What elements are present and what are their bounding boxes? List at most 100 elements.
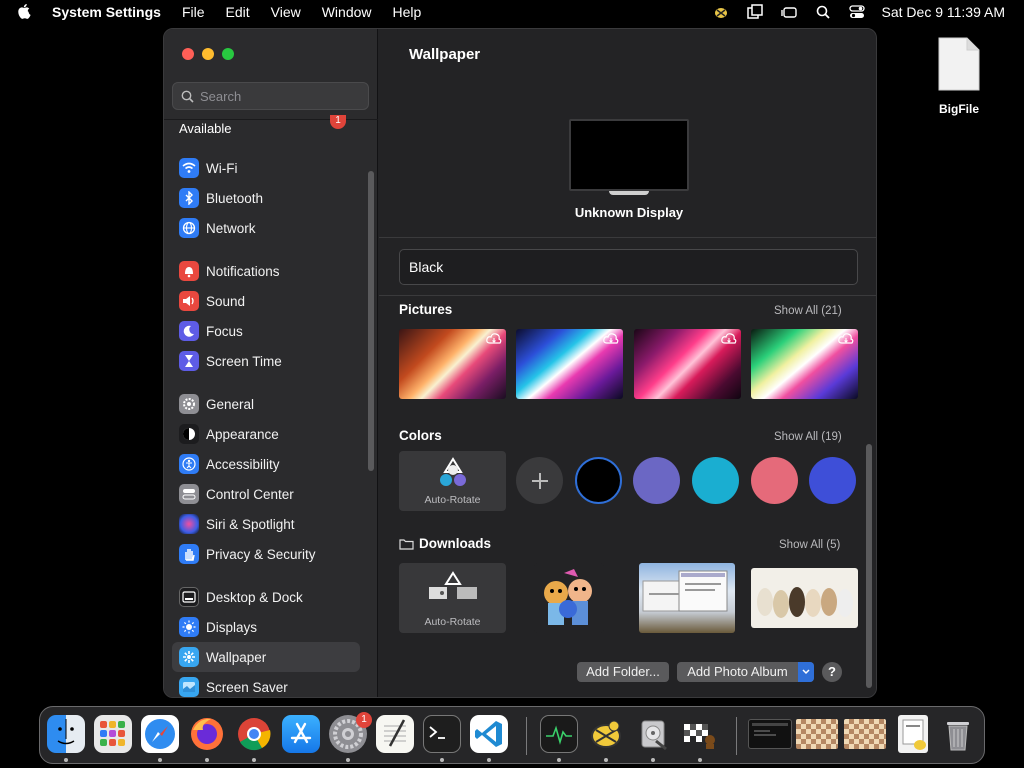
vscode-icon[interactable] bbox=[470, 715, 508, 753]
chess-icon[interactable] bbox=[681, 715, 719, 753]
wallpaper-thumbnail[interactable] bbox=[516, 329, 623, 399]
help-button[interactable]: ? bbox=[822, 662, 842, 682]
main-scrollbar[interactable] bbox=[866, 444, 872, 688]
control-center-icon[interactable] bbox=[848, 4, 866, 20]
menu-window[interactable]: Window bbox=[322, 4, 372, 20]
auto-rotate-icon bbox=[439, 457, 466, 486]
menu-app-name[interactable]: System Settings bbox=[52, 4, 161, 20]
sidebar-item-label: Privacy & Security bbox=[206, 546, 316, 562]
running-indicator bbox=[205, 758, 209, 762]
downloads-title-text: Downloads bbox=[419, 536, 492, 551]
desktop-file-label: BigFile bbox=[938, 102, 979, 116]
pictures-show-all-button[interactable]: Show All (21) bbox=[774, 305, 842, 317]
sidebar-item-focus[interactable]: Focus bbox=[172, 316, 360, 346]
running-indicator bbox=[440, 758, 444, 762]
sidebar-item-screen-saver[interactable]: Screen Saver bbox=[172, 672, 360, 697]
control-center-icon bbox=[179, 484, 199, 504]
color-swatch-pink[interactable] bbox=[751, 457, 798, 504]
minimized-chess-window[interactable] bbox=[796, 719, 838, 749]
activity-monitor-icon[interactable] bbox=[540, 715, 578, 753]
color-swatch-blue[interactable] bbox=[809, 457, 856, 504]
running-indicator bbox=[557, 758, 561, 762]
finder-icon[interactable] bbox=[47, 715, 85, 753]
trash-icon[interactable] bbox=[939, 715, 977, 753]
color-swatch-purple[interactable] bbox=[633, 457, 680, 504]
chevron-down-icon[interactable] bbox=[798, 662, 814, 682]
color-swatch-black[interactable] bbox=[575, 457, 622, 504]
disk-utility-icon[interactable] bbox=[634, 715, 672, 753]
menu-edit[interactable]: Edit bbox=[226, 4, 250, 20]
sidebar-item-wallpaper[interactable]: Wallpaper bbox=[172, 642, 360, 672]
add-color-button[interactable] bbox=[516, 457, 563, 504]
launchpad-icon[interactable] bbox=[94, 715, 132, 753]
sidebar-item-bluetooth[interactable]: Bluetooth bbox=[172, 183, 360, 213]
color-swatch-teal[interactable] bbox=[692, 457, 739, 504]
wallpaper-thumbnail[interactable] bbox=[751, 329, 858, 399]
running-indicator bbox=[651, 758, 655, 762]
downloads-stack-icon[interactable] bbox=[898, 715, 928, 753]
sidebar-item-control-center[interactable]: Control Center bbox=[172, 479, 360, 509]
terminal-icon[interactable] bbox=[423, 715, 461, 753]
close-button[interactable] bbox=[182, 48, 194, 60]
page-title: Wallpaper bbox=[409, 46, 481, 63]
menu-help[interactable]: Help bbox=[393, 4, 422, 20]
moon-icon bbox=[179, 321, 199, 341]
firefox-icon[interactable] bbox=[188, 715, 226, 753]
zoom-button[interactable] bbox=[222, 48, 234, 60]
folder-icon bbox=[399, 538, 414, 550]
textedit-icon[interactable] bbox=[376, 715, 414, 753]
add-folder-button[interactable]: Add Folder... bbox=[577, 662, 669, 682]
minimize-button[interactable] bbox=[202, 48, 214, 60]
sidebar-item-label: General bbox=[206, 396, 255, 412]
cyberduck-status-icon[interactable] bbox=[712, 4, 730, 20]
sidebar-item-accessibility[interactable]: Accessibility bbox=[172, 449, 360, 479]
running-indicator bbox=[487, 758, 491, 762]
downloads-show-all-button[interactable]: Show All (5) bbox=[779, 539, 840, 551]
sidebar-item-privacy-security[interactable]: Privacy & Security bbox=[172, 539, 360, 569]
app-store-icon[interactable] bbox=[282, 715, 320, 753]
sidebar-item-siri-spotlight[interactable]: Siri & Spotlight bbox=[172, 509, 360, 539]
colors-show-all-button[interactable]: Show All (19) bbox=[774, 431, 842, 443]
sidebar-item-general[interactable]: General bbox=[172, 389, 360, 419]
wallpaper-thumbnail[interactable] bbox=[399, 329, 506, 399]
sidebar-item-appearance[interactable]: Appearance bbox=[172, 419, 360, 449]
sidebar-item-network[interactable]: Network bbox=[172, 213, 360, 243]
chrome-icon[interactable] bbox=[235, 715, 273, 753]
apple-menu-icon[interactable] bbox=[18, 4, 36, 20]
sidebar-item-sound[interactable]: Sound bbox=[172, 286, 360, 316]
download-image-cartoon[interactable] bbox=[534, 563, 604, 633]
gear-icon bbox=[179, 394, 199, 414]
sidebar-item-notifications[interactable]: Notifications bbox=[172, 256, 360, 286]
system-settings-icon[interactable]: 1 bbox=[329, 712, 372, 753]
running-indicator bbox=[252, 758, 256, 762]
wallpaper-thumbnail[interactable] bbox=[634, 329, 741, 399]
cyberduck-icon[interactable] bbox=[587, 715, 625, 753]
current-wallpaper-field: Black bbox=[399, 249, 858, 285]
software-update-label[interactable]: Available bbox=[179, 121, 232, 136]
menu-view[interactable]: View bbox=[271, 4, 301, 20]
search-field[interactable] bbox=[172, 82, 369, 110]
sidebar-scrollbar[interactable] bbox=[368, 171, 374, 471]
auto-rotate-label: Auto-Rotate bbox=[424, 494, 481, 506]
download-image-dogs[interactable] bbox=[751, 568, 858, 628]
sidebar-item-desktop-dock[interactable]: Desktop & Dock bbox=[172, 582, 360, 612]
sidebar-item-wifi[interactable]: Wi-Fi bbox=[172, 153, 360, 183]
running-indicator bbox=[698, 758, 702, 762]
search-input[interactable] bbox=[200, 88, 350, 104]
menu-file[interactable]: File bbox=[182, 4, 205, 20]
stage-manager-icon[interactable] bbox=[780, 4, 798, 20]
spotlight-search-icon[interactable] bbox=[814, 4, 832, 20]
desktop-file-bigfile[interactable]: BigFile bbox=[928, 36, 990, 116]
downloads-auto-rotate-tile[interactable]: Auto-Rotate bbox=[399, 563, 506, 633]
minimized-chess-window[interactable] bbox=[844, 719, 886, 749]
menu-clock[interactable]: Sat Dec 9 11:39 AM bbox=[882, 4, 1005, 20]
add-photo-album-button[interactable]: Add Photo Album bbox=[677, 662, 814, 682]
minimized-terminal-window[interactable] bbox=[748, 719, 792, 749]
sidebar-item-displays[interactable]: Displays bbox=[172, 612, 360, 642]
screen-share-icon[interactable] bbox=[746, 4, 764, 20]
sidebar-item-screen-time[interactable]: Screen Time bbox=[172, 346, 360, 376]
display-label: Unknown Display bbox=[574, 205, 684, 220]
safari-icon[interactable] bbox=[141, 715, 179, 753]
colors-auto-rotate-tile[interactable]: Auto-Rotate bbox=[399, 451, 506, 511]
download-image-screenshot[interactable] bbox=[639, 563, 735, 633]
